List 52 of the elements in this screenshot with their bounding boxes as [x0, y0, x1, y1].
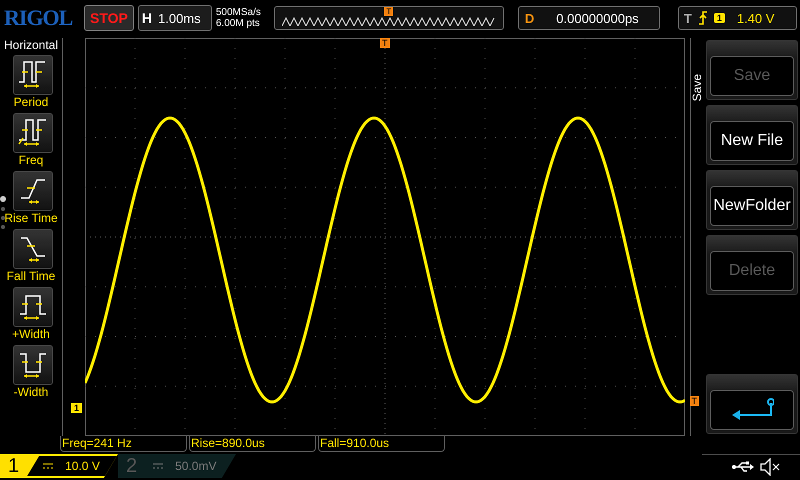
- measure-label: Period: [14, 95, 48, 109]
- rising-edge-icon: [698, 11, 708, 25]
- timebase-label: H: [142, 10, 152, 26]
- delay-value: 0.00000000ps: [556, 10, 639, 26]
- page-dot[interactable]: [1, 225, 5, 229]
- page-dot[interactable]: [0, 196, 6, 202]
- measure-button[interactable]: [13, 113, 53, 153]
- measurement-readout: Freq=241 Hz: [60, 436, 187, 452]
- channel-number: 1: [8, 454, 20, 478]
- trigger-position-marker: T: [380, 38, 390, 48]
- brand-logo: RIGOL: [4, 5, 74, 31]
- channel-tab[interactable]: 1 10.0 V: [0, 454, 118, 478]
- memory-depth: 6.00M pts: [216, 18, 261, 29]
- page-dot[interactable]: [1, 216, 5, 220]
- trigger-level-marker: T: [690, 396, 699, 406]
- channel-scale: 10.0 V: [65, 459, 100, 473]
- speaker-muted-icon: [760, 458, 780, 476]
- channel-badge: 1: [714, 13, 725, 23]
- page-dot[interactable]: [1, 207, 5, 211]
- trigger-position-marker: T: [384, 7, 394, 16]
- measure-button[interactable]: [13, 55, 53, 95]
- menu-title: Horizontal: [4, 38, 58, 52]
- run-state[interactable]: STOP: [84, 5, 134, 31]
- delay-label: D: [524, 10, 534, 26]
- dc-coupling-icon: [43, 463, 54, 469]
- sample-rate: 500MSa/s: [216, 7, 262, 18]
- trigger-level: 1.40 V: [736, 10, 774, 26]
- measure-button[interactable]: [13, 171, 53, 211]
- measurement-readout: Fall=910.0us: [318, 436, 445, 452]
- menu-title: Save: [691, 74, 704, 102]
- back-button[interactable]: [710, 390, 794, 430]
- dc-coupling-icon: [153, 463, 164, 469]
- measure-button[interactable]: [13, 229, 53, 269]
- menu-button[interactable]: NewFolder: [710, 186, 794, 226]
- measure-button[interactable]: [13, 287, 53, 327]
- channel-number: 2: [126, 454, 138, 478]
- channel-tab[interactable]: 2 50.0mV: [118, 454, 236, 478]
- measure-label: Fall Time: [6, 269, 56, 283]
- measure-label: Freq: [18, 153, 44, 167]
- measure-label: -Width: [14, 385, 48, 399]
- measure-label: +Width: [12, 327, 50, 341]
- usb-icon: [732, 460, 754, 472]
- channel-scale: 50.0mV: [175, 459, 216, 473]
- menu-button[interactable]: New File: [710, 121, 794, 161]
- channel-marker: 1: [71, 403, 82, 413]
- trigger-label: T: [684, 10, 692, 26]
- timebase-value: 1.00ms: [158, 10, 201, 26]
- measurement-readout: Rise=890.0us: [189, 436, 316, 452]
- return-arrow-icon: [730, 397, 774, 423]
- waveform-overview-icon: [282, 17, 496, 26]
- measure-label: Rise Time: [4, 211, 58, 225]
- measure-button[interactable]: [13, 345, 53, 385]
